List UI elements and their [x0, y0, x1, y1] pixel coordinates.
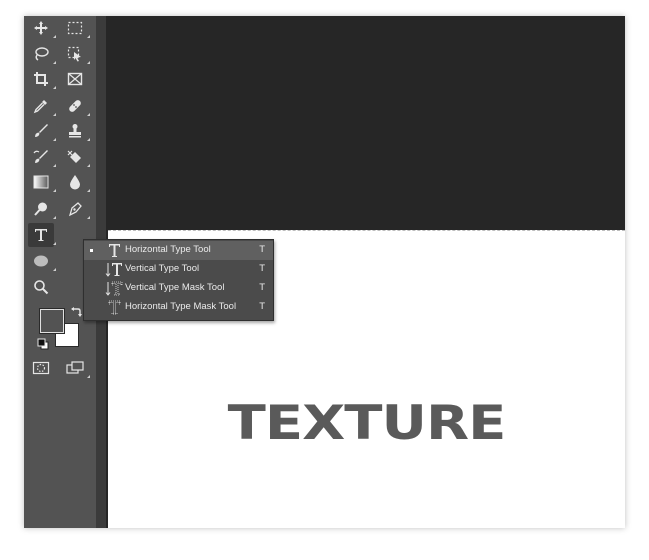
- healing-brush-tool[interactable]: [62, 94, 90, 118]
- blur-tool[interactable]: [62, 170, 90, 194]
- eyedropper-tool[interactable]: [28, 94, 56, 118]
- selected-bullet-icon: [90, 249, 93, 252]
- brush-icon: [35, 124, 48, 137]
- selection-marquee: [108, 230, 625, 231]
- flyout-item-label: Horizontal Type Tool: [125, 244, 211, 255]
- flyout-item-shortcut: T: [259, 244, 265, 255]
- gradient-tool[interactable]: [28, 170, 56, 194]
- screen-mode-icon: [66, 361, 84, 374]
- screen-mode-button[interactable]: [62, 356, 90, 380]
- frame-tool[interactable]: [62, 67, 88, 91]
- drop-icon: [70, 175, 80, 190]
- eyedropper-icon: [33, 100, 47, 114]
- flyout-item-shortcut: T: [259, 282, 265, 293]
- pen-tool[interactable]: [62, 197, 90, 221]
- flyout-item-vertical-type-mask[interactable]: Vertical Type Mask Tool T: [84, 279, 273, 298]
- gradient-icon: [33, 175, 49, 189]
- crop-icon: [34, 72, 48, 86]
- quick-mask-icon: [32, 361, 50, 375]
- type-tool[interactable]: [28, 223, 56, 247]
- swap-colors-icon[interactable]: [70, 306, 82, 318]
- ellipse-tool[interactable]: [28, 249, 56, 273]
- flyout-item-horizontal-type-mask[interactable]: Horizontal Type Mask Tool T: [84, 298, 273, 317]
- zoom-tool[interactable]: [28, 275, 54, 299]
- dodge-tool[interactable]: [28, 197, 56, 221]
- move-tool[interactable]: [28, 16, 56, 40]
- flyout-item-label: Vertical Type Tool: [125, 263, 200, 274]
- brush-tool[interactable]: [28, 119, 56, 143]
- ellipse-icon: [34, 255, 48, 267]
- eraser-tool[interactable]: [62, 145, 90, 169]
- stamp-icon: [69, 124, 81, 138]
- default-colors-icon[interactable]: [37, 338, 49, 350]
- marquee-icon: [67, 21, 83, 35]
- frame-icon: [67, 72, 83, 86]
- vertical-type-mask-icon: [105, 281, 123, 296]
- history-brush-tool[interactable]: [28, 145, 56, 169]
- quick-selection-icon: [67, 46, 81, 62]
- quick-selection-tool[interactable]: [62, 42, 90, 66]
- vertical-type-icon: [105, 263, 122, 277]
- history-brush-icon: [33, 150, 48, 163]
- clone-stamp-tool[interactable]: [62, 119, 90, 143]
- flyout-item-horizontal-type[interactable]: Horizontal Type Tool T: [84, 241, 273, 260]
- horizontal-type-mask-icon: [108, 300, 121, 315]
- zoom-icon: [34, 280, 49, 295]
- flyout-item-label: Vertical Type Mask Tool: [125, 282, 225, 293]
- eraser-icon: [67, 150, 81, 163]
- photoshop-window: TEXTURE Horizontal Type Tool T Vertical …: [24, 16, 625, 528]
- type-icon: [35, 229, 47, 241]
- dodge-icon: [34, 202, 47, 216]
- canvas-text-layer[interactable]: TEXTURE: [108, 396, 625, 451]
- lasso-icon: [35, 47, 49, 61]
- rectangular-marquee-tool[interactable]: [62, 16, 90, 40]
- lasso-tool[interactable]: [28, 42, 56, 66]
- quick-mask-button[interactable]: [28, 356, 54, 380]
- flyout-item-shortcut: T: [259, 263, 265, 274]
- move-icon: [34, 21, 48, 35]
- type-tool-flyout-menu: Horizontal Type Tool T Vertical Type Too…: [83, 239, 274, 321]
- pen-icon: [68, 202, 82, 217]
- flyout-item-label: Horizontal Type Mask Tool: [125, 301, 237, 312]
- foreground-color-swatch[interactable]: [40, 309, 64, 333]
- horizontal-type-icon: [109, 244, 120, 257]
- flyout-item-vertical-type[interactable]: Vertical Type Tool T: [84, 260, 273, 279]
- flyout-item-shortcut: T: [259, 301, 265, 312]
- bandage-icon: [69, 100, 81, 112]
- crop-tool[interactable]: [28, 67, 56, 91]
